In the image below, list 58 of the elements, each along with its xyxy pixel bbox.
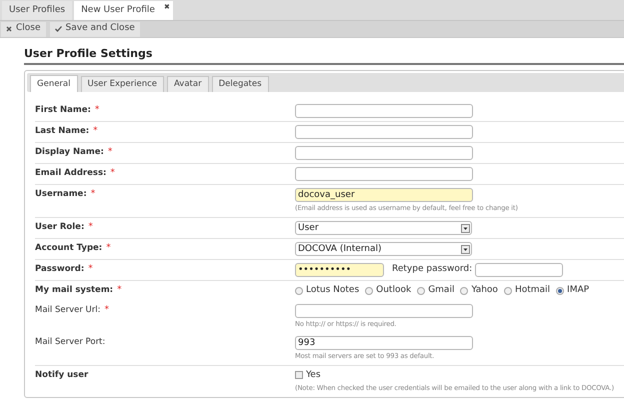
checkbox-label: Yes	[306, 368, 321, 382]
text-field[interactable]	[295, 125, 473, 139]
text-field[interactable]	[295, 146, 473, 160]
field-label: Mail Server Port:	[35, 336, 106, 348]
radio-label: Hotmail	[514, 284, 550, 297]
required-mark: *	[88, 222, 93, 234]
required-mark: *	[117, 285, 122, 297]
required-mark: *	[104, 304, 109, 316]
page-title: User Profile Settings	[24, 47, 624, 65]
toolbar-button[interactable]: Close	[1, 22, 46, 36]
field-label: Email Address:	[35, 168, 106, 180]
field-label: Notify user	[35, 370, 88, 382]
field-label: Retype password:	[392, 263, 472, 276]
text-field[interactable]	[295, 304, 473, 318]
radio-label: Lotus Notes	[306, 284, 360, 297]
dropdown-field[interactable]: User	[295, 221, 472, 235]
text-field[interactable]: docova_user	[295, 188, 473, 202]
required-mark: *	[90, 189, 96, 201]
required-mark: *	[108, 147, 112, 159]
text-field[interactable]: 993	[295, 336, 473, 350]
dropdown-field[interactable]: DOCOVA (Internal)	[295, 242, 472, 256]
close-icon	[6, 26, 12, 32]
tab[interactable]: Delegates	[212, 76, 269, 92]
text-field[interactable]	[295, 104, 473, 118]
radio-label: Gmail	[428, 284, 454, 297]
document-tab[interactable]: User Profiles	[2, 1, 72, 20]
radio-button[interactable]	[504, 286, 512, 295]
field-label: Username:	[35, 189, 87, 201]
field-label: First Name:	[35, 105, 91, 117]
checkmark-icon	[54, 26, 62, 32]
required-mark: *	[94, 105, 100, 117]
required-mark: *	[88, 264, 93, 276]
toolbar-button[interactable]: Save and Close	[50, 22, 140, 36]
radio-button[interactable]	[365, 286, 374, 295]
retype-password-field[interactable]	[475, 263, 564, 277]
tab[interactable]: General	[30, 75, 78, 92]
required-mark: *	[106, 243, 111, 255]
field-label: Mail Server Url:	[35, 304, 100, 316]
tab[interactable]: Avatar	[166, 76, 209, 92]
field-label: Password:	[35, 264, 84, 276]
field-label: Last Name:	[35, 126, 90, 138]
password-field[interactable]: ••••••••••	[295, 263, 384, 277]
radio-button[interactable]	[417, 286, 426, 295]
tab[interactable]: User Experience	[80, 76, 164, 92]
field-label: User Role:	[35, 222, 84, 234]
radio-label: Outlook	[376, 284, 412, 297]
radio-button[interactable]	[460, 286, 468, 295]
text-field[interactable]	[295, 167, 473, 181]
field-label: My mail system:	[35, 285, 114, 297]
radio-button[interactable]	[295, 286, 303, 295]
required-mark: *	[93, 126, 98, 138]
radio-button[interactable]	[556, 286, 564, 295]
field-label: Account Type:	[35, 243, 102, 255]
radio-label: Yahoo	[471, 284, 498, 297]
field-label: Display Name:	[35, 147, 104, 159]
required-mark: *	[110, 168, 115, 180]
checkbox[interactable]	[295, 371, 303, 380]
radio-label: IMAP	[567, 284, 590, 297]
